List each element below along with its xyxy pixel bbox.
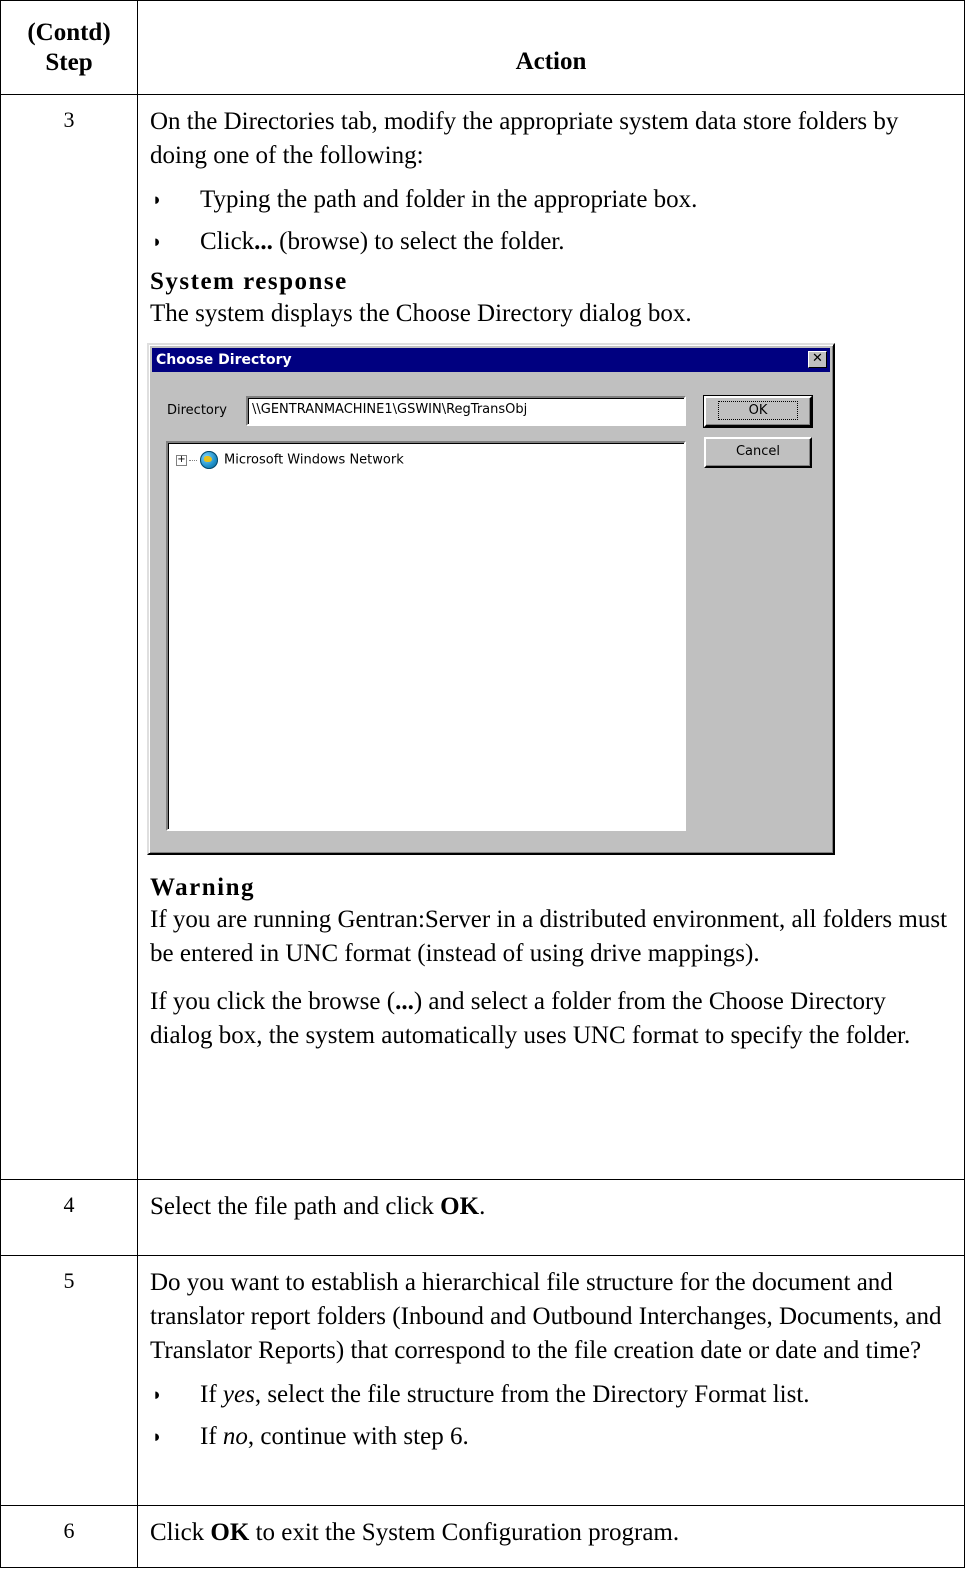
system-response-heading: System response: [150, 268, 348, 295]
step-text-part: Select the file path and click: [150, 1193, 441, 1220]
dialog-title: Choose Directory: [156, 352, 292, 368]
directory-tree[interactable]: + Microsoft Windows Network: [166, 441, 686, 831]
step-number: 6: [0, 1505, 138, 1568]
step-row-4: 4 Select the file path and click OK.: [0, 1179, 965, 1256]
system-response-text: The system displays the Choose Directory…: [150, 300, 692, 327]
tree-connector: [189, 459, 197, 461]
list-item: ◗ If no, continue with step 6.: [150, 1420, 950, 1454]
yes-term: yes: [222, 1381, 255, 1408]
step-text-part: to exit the System Configuration program…: [249, 1519, 680, 1546]
step-number: 4: [0, 1179, 138, 1256]
step-row-6: 6 Click OK to exit the System Configurat…: [0, 1505, 965, 1568]
step-number: 5: [0, 1255, 138, 1506]
ok-term: OK: [440, 1193, 480, 1220]
browse-ellipsis: ...: [254, 228, 273, 255]
directory-input[interactable]: \\GENTRANMACHINE1\GSWIN\RegTransObj: [246, 396, 686, 426]
list-item-text: Typing the path and folder in the approp…: [200, 186, 698, 213]
expand-icon[interactable]: +: [176, 454, 187, 466]
list-item-text: If: [200, 1381, 223, 1408]
step-text-part: .: [479, 1193, 486, 1220]
ok-button-label: OK: [717, 401, 799, 420]
step-intro: On the Directories tab, modify the appro…: [150, 108, 899, 169]
tree-item-label: Microsoft Windows Network: [224, 452, 404, 468]
browse-note: If you click the browse (...) and select…: [150, 988, 911, 1049]
bullet-icon: ◗: [152, 232, 163, 251]
step-action: Do you want to establish a hierarchical …: [137, 1255, 965, 1506]
browse-ellipsis: ...: [395, 988, 414, 1015]
action-column-header: Action: [137, 0, 965, 95]
procedure-table: (Contd) Step Action 3 On the Directories…: [0, 0, 965, 1568]
list-item-text: , continue with step 6.: [247, 1423, 469, 1450]
warning-text: If you are running Gentran:Server in a d…: [150, 906, 948, 967]
step-number: 3: [0, 94, 138, 1180]
step-action: On the Directories tab, modify the appro…: [137, 94, 965, 1180]
step-header-step: Step: [45, 48, 93, 76]
table-header-row: (Contd) Step Action: [0, 0, 965, 95]
step-action: Select the file path and click OK.: [137, 1179, 965, 1256]
step-text-part: Click: [150, 1519, 211, 1546]
list-item: ◗ Click... (browse) to select the folder…: [150, 225, 950, 259]
step-row-5: 5 Do you want to establish a hierarchica…: [0, 1255, 965, 1506]
directory-label: Directory: [167, 403, 227, 418]
bullet-icon: ◗: [152, 190, 163, 209]
step-header-contd: (Contd): [27, 18, 111, 46]
step-text: Select the file path and click OK.: [150, 1190, 950, 1224]
bullet-icon: ◗: [152, 1427, 163, 1446]
close-icon[interactable]: ✕: [808, 351, 827, 368]
warning-heading: Warning: [150, 874, 255, 901]
option-list: ◗ Typing the path and folder in the appr…: [150, 183, 950, 259]
step-intro: Do you want to establish a hierarchical …: [150, 1269, 942, 1364]
list-item: ◗ Typing the path and folder in the appr…: [150, 183, 950, 217]
cancel-button[interactable]: Cancel: [704, 437, 812, 468]
choose-directory-dialog: Choose Directory ✕ Directory \\GENTRANMA…: [147, 343, 835, 855]
option-list: ◗ If yes, select the file structure from…: [150, 1378, 950, 1454]
list-item-text: , select the file structure from the Dir…: [254, 1381, 810, 1408]
step-action: Click OK to exit the System Configuratio…: [137, 1505, 965, 1568]
step-row-3: 3 On the Directories tab, modify the app…: [0, 94, 965, 1180]
list-item: ◗ If yes, select the file structure from…: [150, 1378, 950, 1412]
bullet-icon: ◗: [152, 1385, 163, 1404]
step-text: Click OK to exit the System Configuratio…: [150, 1516, 950, 1550]
list-item-text: Click... (browse) to select the folder.: [200, 228, 565, 255]
step-column-header: (Contd) Step: [0, 0, 138, 95]
network-globe-icon: [200, 451, 218, 469]
dialog-title-bar: Choose Directory ✕: [152, 348, 830, 372]
tree-item[interactable]: + Microsoft Windows Network: [176, 451, 404, 469]
ok-term: OK: [210, 1519, 250, 1546]
ok-button[interactable]: OK: [703, 395, 813, 428]
no-term: no: [222, 1423, 248, 1450]
list-item-text: If: [200, 1423, 223, 1450]
